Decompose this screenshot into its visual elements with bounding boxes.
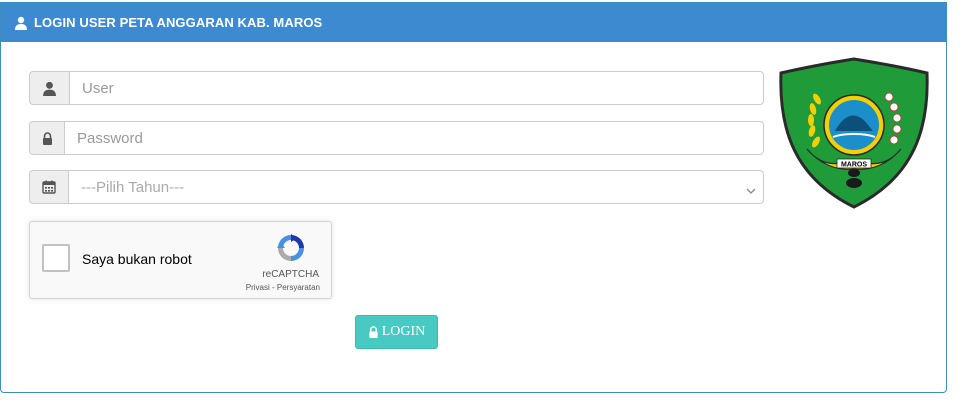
panel-heading: LOGIN USER PETA ANGGARAN KAB. MAROS — [1, 3, 946, 42]
maros-emblem-logo: MAROS — [779, 57, 929, 209]
recaptcha-links[interactable]: Privasi - Persyaratan — [246, 283, 320, 292]
panel-title: LOGIN USER PETA ANGGARAN KAB. MAROS — [34, 15, 323, 30]
lock-icon — [369, 326, 378, 338]
login-button[interactable]: LOGIN — [355, 315, 438, 349]
user-icon — [14, 16, 28, 30]
password-input-group — [29, 121, 764, 155]
user-input[interactable] — [69, 71, 764, 105]
lock-icon — [29, 121, 64, 155]
year-select-group: ---Pilih Tahun--- — [29, 170, 764, 204]
emblem-text: MAROS — [841, 162, 867, 169]
recaptcha-widget: Saya bukan robot reCAPTCHA Privasi - Per… — [29, 221, 332, 299]
login-button-label: LOGIN — [381, 324, 426, 339]
year-select-value: ---Pilih Tahun--- — [68, 170, 764, 204]
user-input-group — [29, 71, 764, 105]
chevron-down-icon — [746, 182, 756, 200]
login-panel: LOGIN USER PETA ANGGARAN KAB. MAROS User… — [0, 2, 947, 393]
recaptcha-checkbox[interactable] — [42, 244, 70, 272]
year-select[interactable]: ---Pilih Tahun--- — [68, 170, 764, 204]
recaptcha-logo-icon — [275, 232, 307, 264]
recaptcha-brand: reCAPTCHA — [262, 269, 319, 280]
recaptcha-label: Saya bukan robot — [82, 251, 192, 267]
calendar-icon — [29, 170, 68, 204]
user-icon — [29, 71, 69, 105]
password-input[interactable] — [64, 121, 764, 155]
